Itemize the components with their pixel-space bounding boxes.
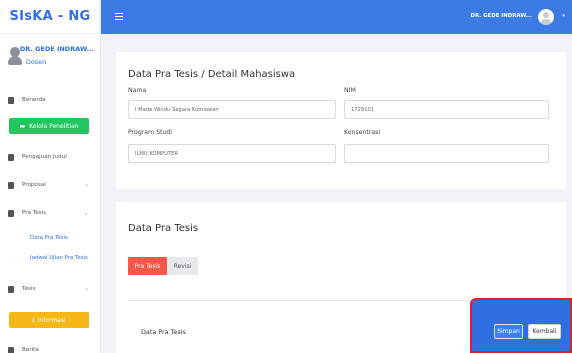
subsection-title: Data Pra Tesis [141, 328, 186, 336]
action-panel: Simpan Kembali [470, 298, 572, 353]
document-icon [8, 181, 14, 189]
chevron-right-icon: › [85, 285, 88, 293]
back-button[interactable]: Kembali [528, 324, 561, 339]
chevron-right-icon: › [85, 181, 88, 189]
sidebar-item-informasi[interactable]: ℹ Informasi [9, 312, 89, 328]
sidebar-item-pengajuan-judul[interactable]: Pengajuan Judul [0, 150, 100, 164]
detail-card: Data Pra Tesis / Detail Mahasiswa Nama I… [116, 52, 566, 189]
menu-toggle-icon[interactable] [115, 13, 123, 22]
sidebar-item-tesis[interactable]: Tesis › [0, 282, 100, 296]
sidebar-item-pra-tesis[interactable]: Pra Tesis ⌄ [0, 206, 100, 220]
tab-pra-tesis[interactable]: Pra Tesis [128, 257, 167, 275]
program-studi-field[interactable]: ILMU KOMPUTER [128, 144, 336, 163]
label-nama: Nama [128, 87, 147, 94]
avatar [8, 47, 22, 65]
topbar-user-name[interactable]: DR. GEDE INDRAW... [470, 13, 532, 19]
section-title: Data Pra Tesis [128, 223, 199, 234]
sidebar-item-berita[interactable]: Berita [0, 343, 100, 353]
sidebar-subitem-data-pra-tesis[interactable]: Data Pra Tesis [30, 235, 68, 241]
page-title: Data Pra Tesis / Detail Mahasiswa [128, 69, 296, 80]
top-navbar: DR. GEDE INDRAW... ▾ [101, 0, 572, 34]
app-brand[interactable]: SIsKA - NG [0, 0, 100, 34]
label-konsentrasi: Konsentrasi [344, 129, 381, 136]
news-icon [8, 346, 14, 353]
sidebar-subitem-jadwal-ujian[interactable]: Jadwal Ujian Pra Tesis [30, 255, 88, 261]
label-nim: NIM [344, 87, 356, 94]
label-program-studi: Program Studi [128, 129, 172, 136]
chevron-down-icon: ⌄ [82, 209, 88, 217]
sidebar-item-beranda[interactable]: Beranda [0, 93, 100, 107]
home-icon [8, 96, 14, 104]
user-panel: DR. GEDE INDRAW... Dosen [0, 34, 100, 94]
tab-revisi[interactable]: Revisi [167, 257, 198, 275]
sidebar: SIsKA - NG DR. GEDE INDRAW... Dosen Bera… [0, 0, 101, 353]
konsentrasi-field[interactable] [344, 144, 549, 163]
topbar-avatar[interactable] [538, 9, 554, 25]
sidebar-item-kelola-penelitian[interactable]: ▬ Kelola Penelitian [9, 118, 89, 134]
monitor-icon: ▬ [19, 122, 26, 130]
document-icon [8, 285, 14, 293]
save-button[interactable]: Simpan [494, 324, 523, 339]
sidebar-item-proposal[interactable]: Proposal › [0, 178, 100, 192]
document-icon [8, 209, 14, 217]
info-icon: ℹ [32, 316, 35, 324]
nama-field[interactable]: I Made Windu Segara Kumiawan [128, 100, 336, 119]
user-role: Dosen [25, 58, 47, 66]
document-icon [8, 153, 14, 161]
caret-down-icon[interactable]: ▾ [562, 13, 565, 19]
nim-field[interactable]: 1729101 [344, 100, 549, 119]
user-name: DR. GEDE INDRAW... [19, 45, 94, 53]
